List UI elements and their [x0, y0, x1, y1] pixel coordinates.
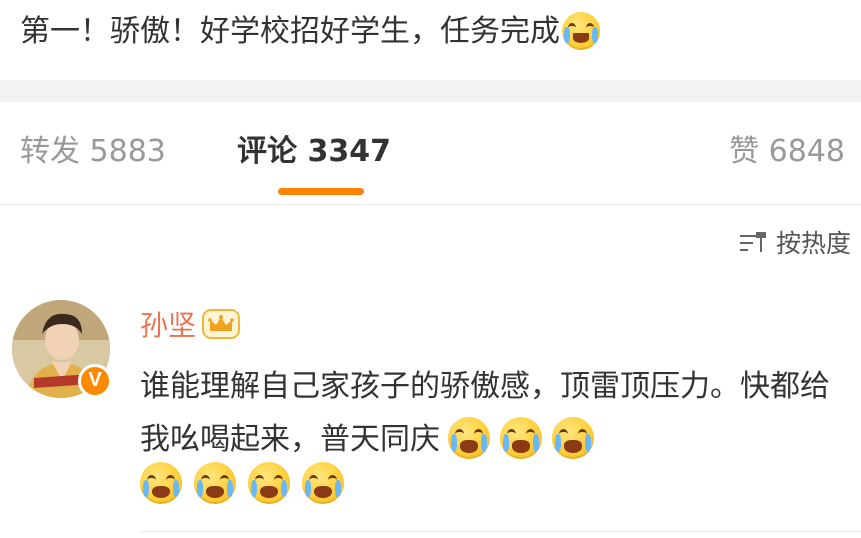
comment-username[interactable]: 孙坚	[140, 309, 196, 342]
tab-comments[interactable]: 评论 3347	[237, 132, 391, 172]
active-tab-indicator	[278, 188, 364, 195]
crying-emoji-icon	[302, 462, 344, 504]
post-text: 第一！骄傲！好学校招好学生，任务完成	[20, 14, 560, 49]
tab-bar: 转发 5883 评论 3347 赞 6848	[0, 102, 861, 202]
sort-button[interactable]: 按热度	[738, 226, 851, 262]
crying-emoji-icon	[552, 416, 594, 459]
crying-emoji-icon	[448, 416, 490, 459]
crying-emoji-icon	[140, 462, 182, 504]
crying-emoji-icon	[248, 462, 290, 504]
tab-likes[interactable]: 赞 6848	[729, 132, 845, 172]
comment-emoji-row	[140, 462, 356, 504]
sort-icon	[738, 232, 772, 254]
laugh-cry-emoji-icon	[562, 11, 600, 50]
comment-username-line: 孙坚	[140, 306, 241, 346]
crying-emoji-icon	[194, 462, 236, 504]
divider	[140, 531, 861, 532]
divider	[0, 204, 861, 205]
section-gap	[0, 80, 861, 102]
post-text-line: 第一！骄傲！好学校招好学生，任务完成	[20, 8, 600, 56]
crown-icon	[202, 309, 241, 339]
verified-v-icon: V	[78, 364, 112, 398]
comment-body: 谁能理解自己家孩子的骄傲感，顶雷顶压力。快都给我吆喝起来，普天同庆	[140, 360, 840, 466]
tab-repost[interactable]: 转发 5883	[20, 132, 166, 172]
crying-emoji-icon	[500, 416, 542, 459]
sort-label: 按热度	[775, 229, 851, 258]
